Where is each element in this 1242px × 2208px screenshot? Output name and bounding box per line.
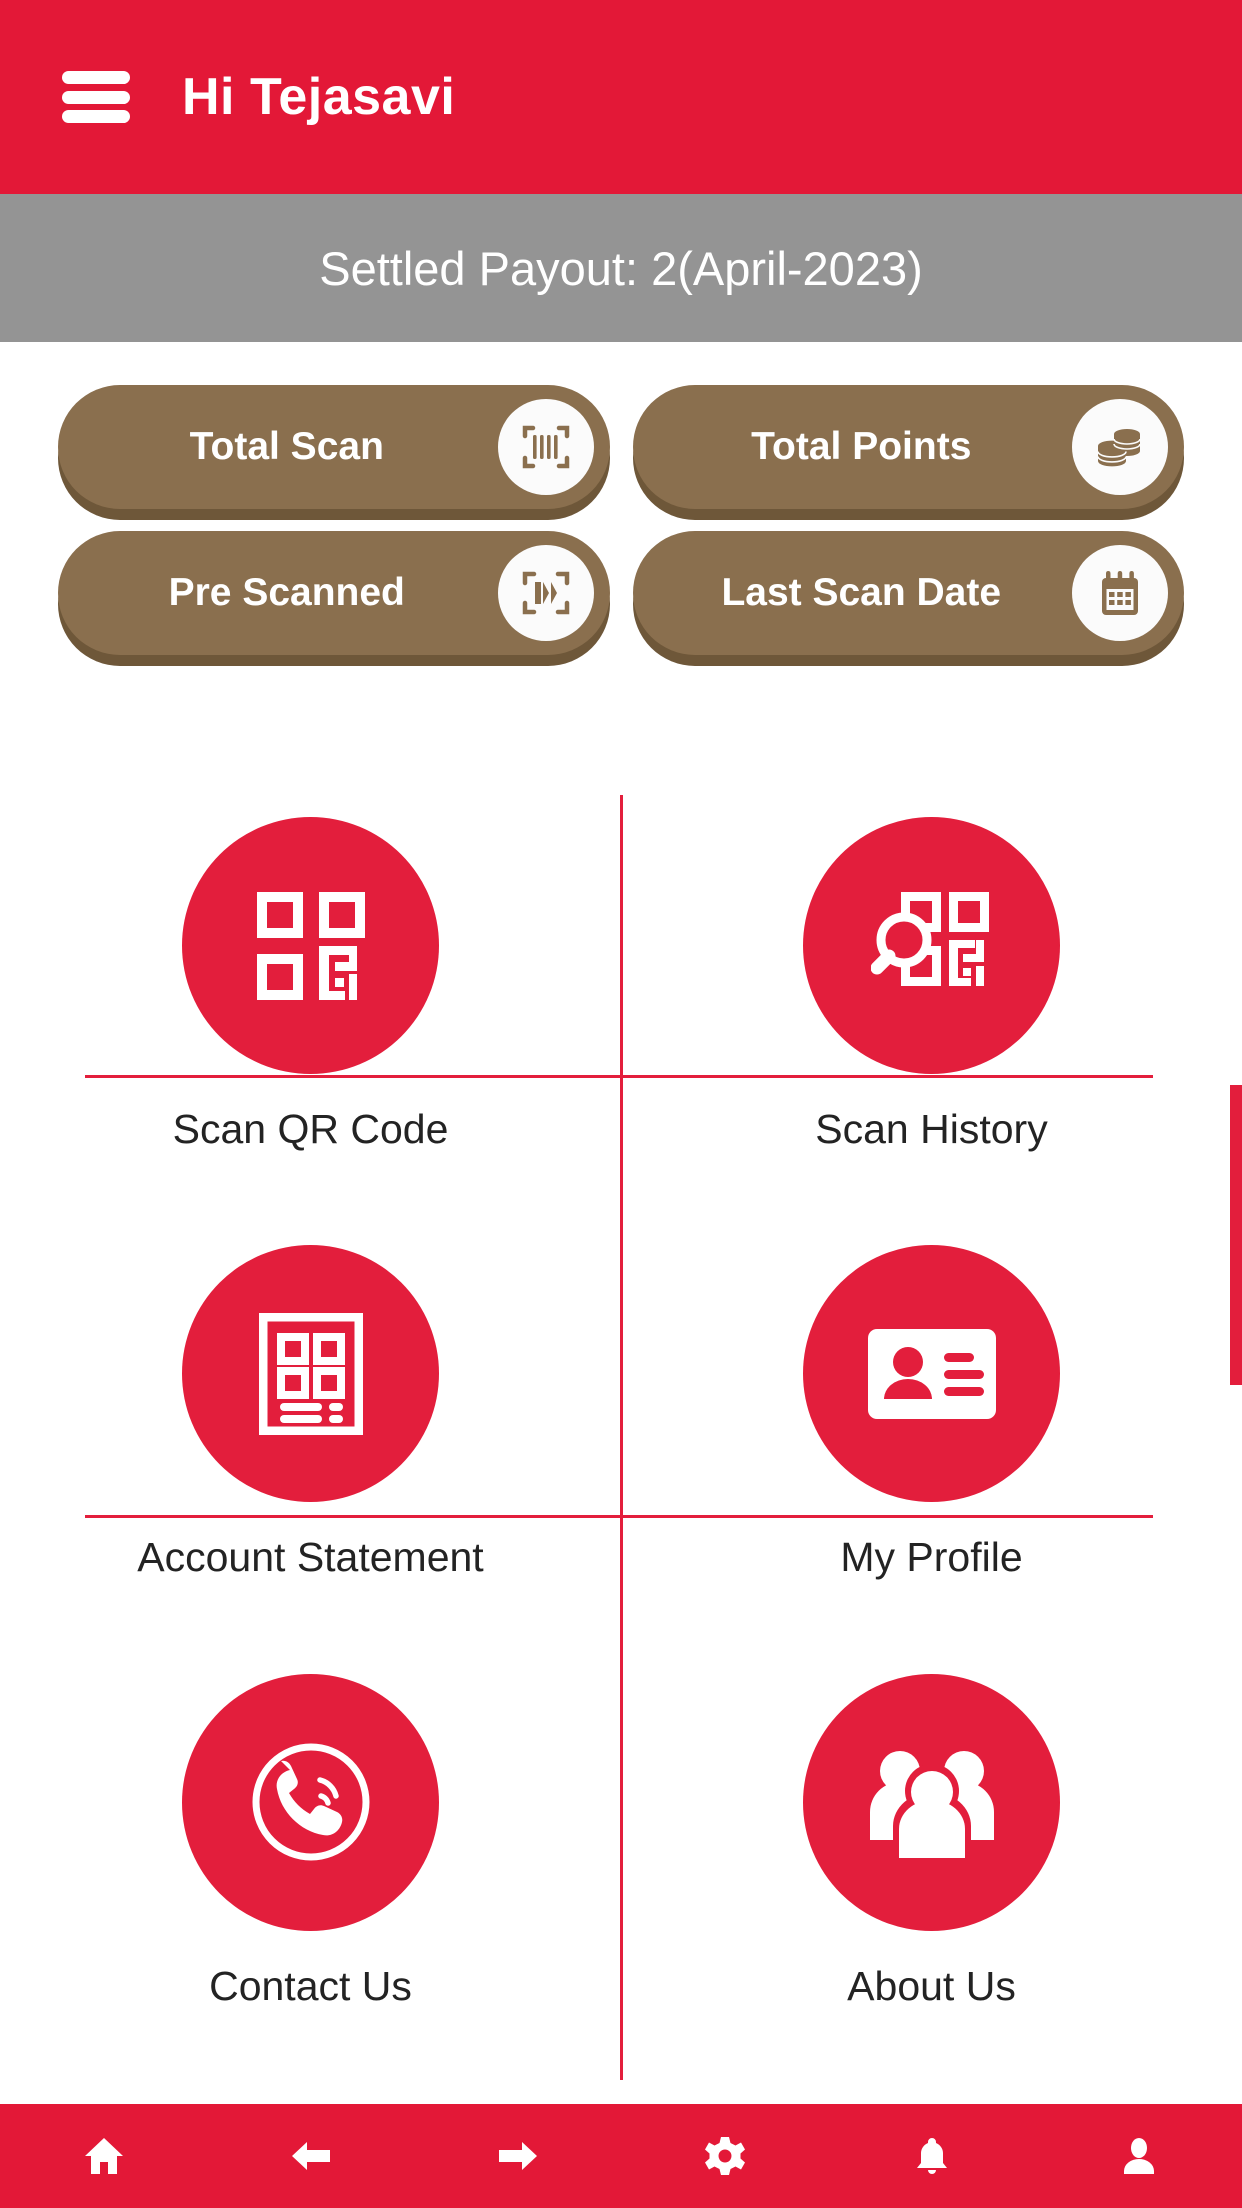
app-header: Hi Tejasavi [0,0,1242,194]
coins-stack-icon [1072,399,1168,495]
menu-item-label: My Profile [840,1534,1023,1581]
scrollbar-track[interactable] [1228,795,1242,2080]
nav-profile-button[interactable] [1035,2104,1242,2208]
nav-settings-button[interactable] [621,2104,828,2208]
menu-item-label: Scan QR Code [172,1106,449,1152]
people-group-icon [803,1673,1060,1931]
hamburger-bar [62,90,130,104]
person-icon [1118,2135,1160,2177]
main-menu-grid: Scan QR Code Scan History Account Statem… [0,795,1242,2080]
statement-document-icon [182,1245,439,1503]
menu-item-contact-us[interactable]: Contact Us [0,1652,621,2080]
nav-forward-button[interactable] [414,2104,621,2208]
home-icon [83,2135,125,2177]
hamburger-bar [62,110,130,123]
stat-label: Total Scan [189,425,384,468]
nav-notifications-button[interactable] [828,2104,1035,2208]
nav-home-button[interactable] [0,2104,207,2208]
stat-pill-pre-scanned[interactable]: Pre Scanned [58,531,610,655]
settled-payout-banner: Settled Payout: 2(April-2023) [0,194,1242,342]
menu-item-label: Account Statement [137,1534,484,1581]
calendar-icon [1072,545,1168,641]
arrow-right-icon [497,2135,539,2177]
barcode-scan-icon [497,399,594,495]
menu-item-label: About Us [847,1962,1016,2009]
qr-code-icon [182,817,439,1074]
settled-payout-text: Settled Payout: 2(April-2023) [319,241,923,295]
bottom-navigation-bar [0,2104,1242,2208]
hamburger-bar [62,71,130,84]
stat-pill-total-points[interactable]: Total Points [632,385,1184,509]
menu-item-about-us[interactable]: About Us [621,1652,1242,2080]
qr-scan-frame-icon [497,545,594,641]
stat-label: Pre Scanned [168,571,405,614]
menu-item-my-profile[interactable]: My Profile [621,1223,1242,1651]
hamburger-menu-icon[interactable] [62,71,130,123]
gear-icon [704,2135,746,2177]
id-card-icon [803,1245,1060,1503]
stat-label: Total Points [751,425,972,468]
stats-area: Total Scan Total Points Pre Scanned Last… [0,385,1242,677]
stat-label: Last Scan Date [721,571,1002,614]
phone-call-icon [182,1673,439,1931]
stat-row: Pre Scanned Last Scan Date [58,531,1184,655]
menu-item-label: Contact Us [209,1962,412,2009]
bell-icon [911,2135,953,2177]
qr-search-icon [803,817,1060,1074]
stat-row: Total Scan Total Points [58,385,1184,509]
menu-item-scan-qr-code[interactable]: Scan QR Code [0,795,621,1223]
arrow-left-icon [290,2135,332,2177]
stat-pill-total-scan[interactable]: Total Scan [58,385,610,509]
menu-item-account-statement[interactable]: Account Statement [0,1223,621,1651]
scrollbar-thumb[interactable] [1230,1085,1242,1385]
menu-item-label: Scan History [815,1106,1048,1152]
menu-item-scan-history[interactable]: Scan History [621,795,1242,1223]
greeting-text: Hi Tejasavi [182,68,456,126]
stat-pill-last-scan-date[interactable]: Last Scan Date [632,531,1184,655]
nav-back-button[interactable] [207,2104,414,2208]
